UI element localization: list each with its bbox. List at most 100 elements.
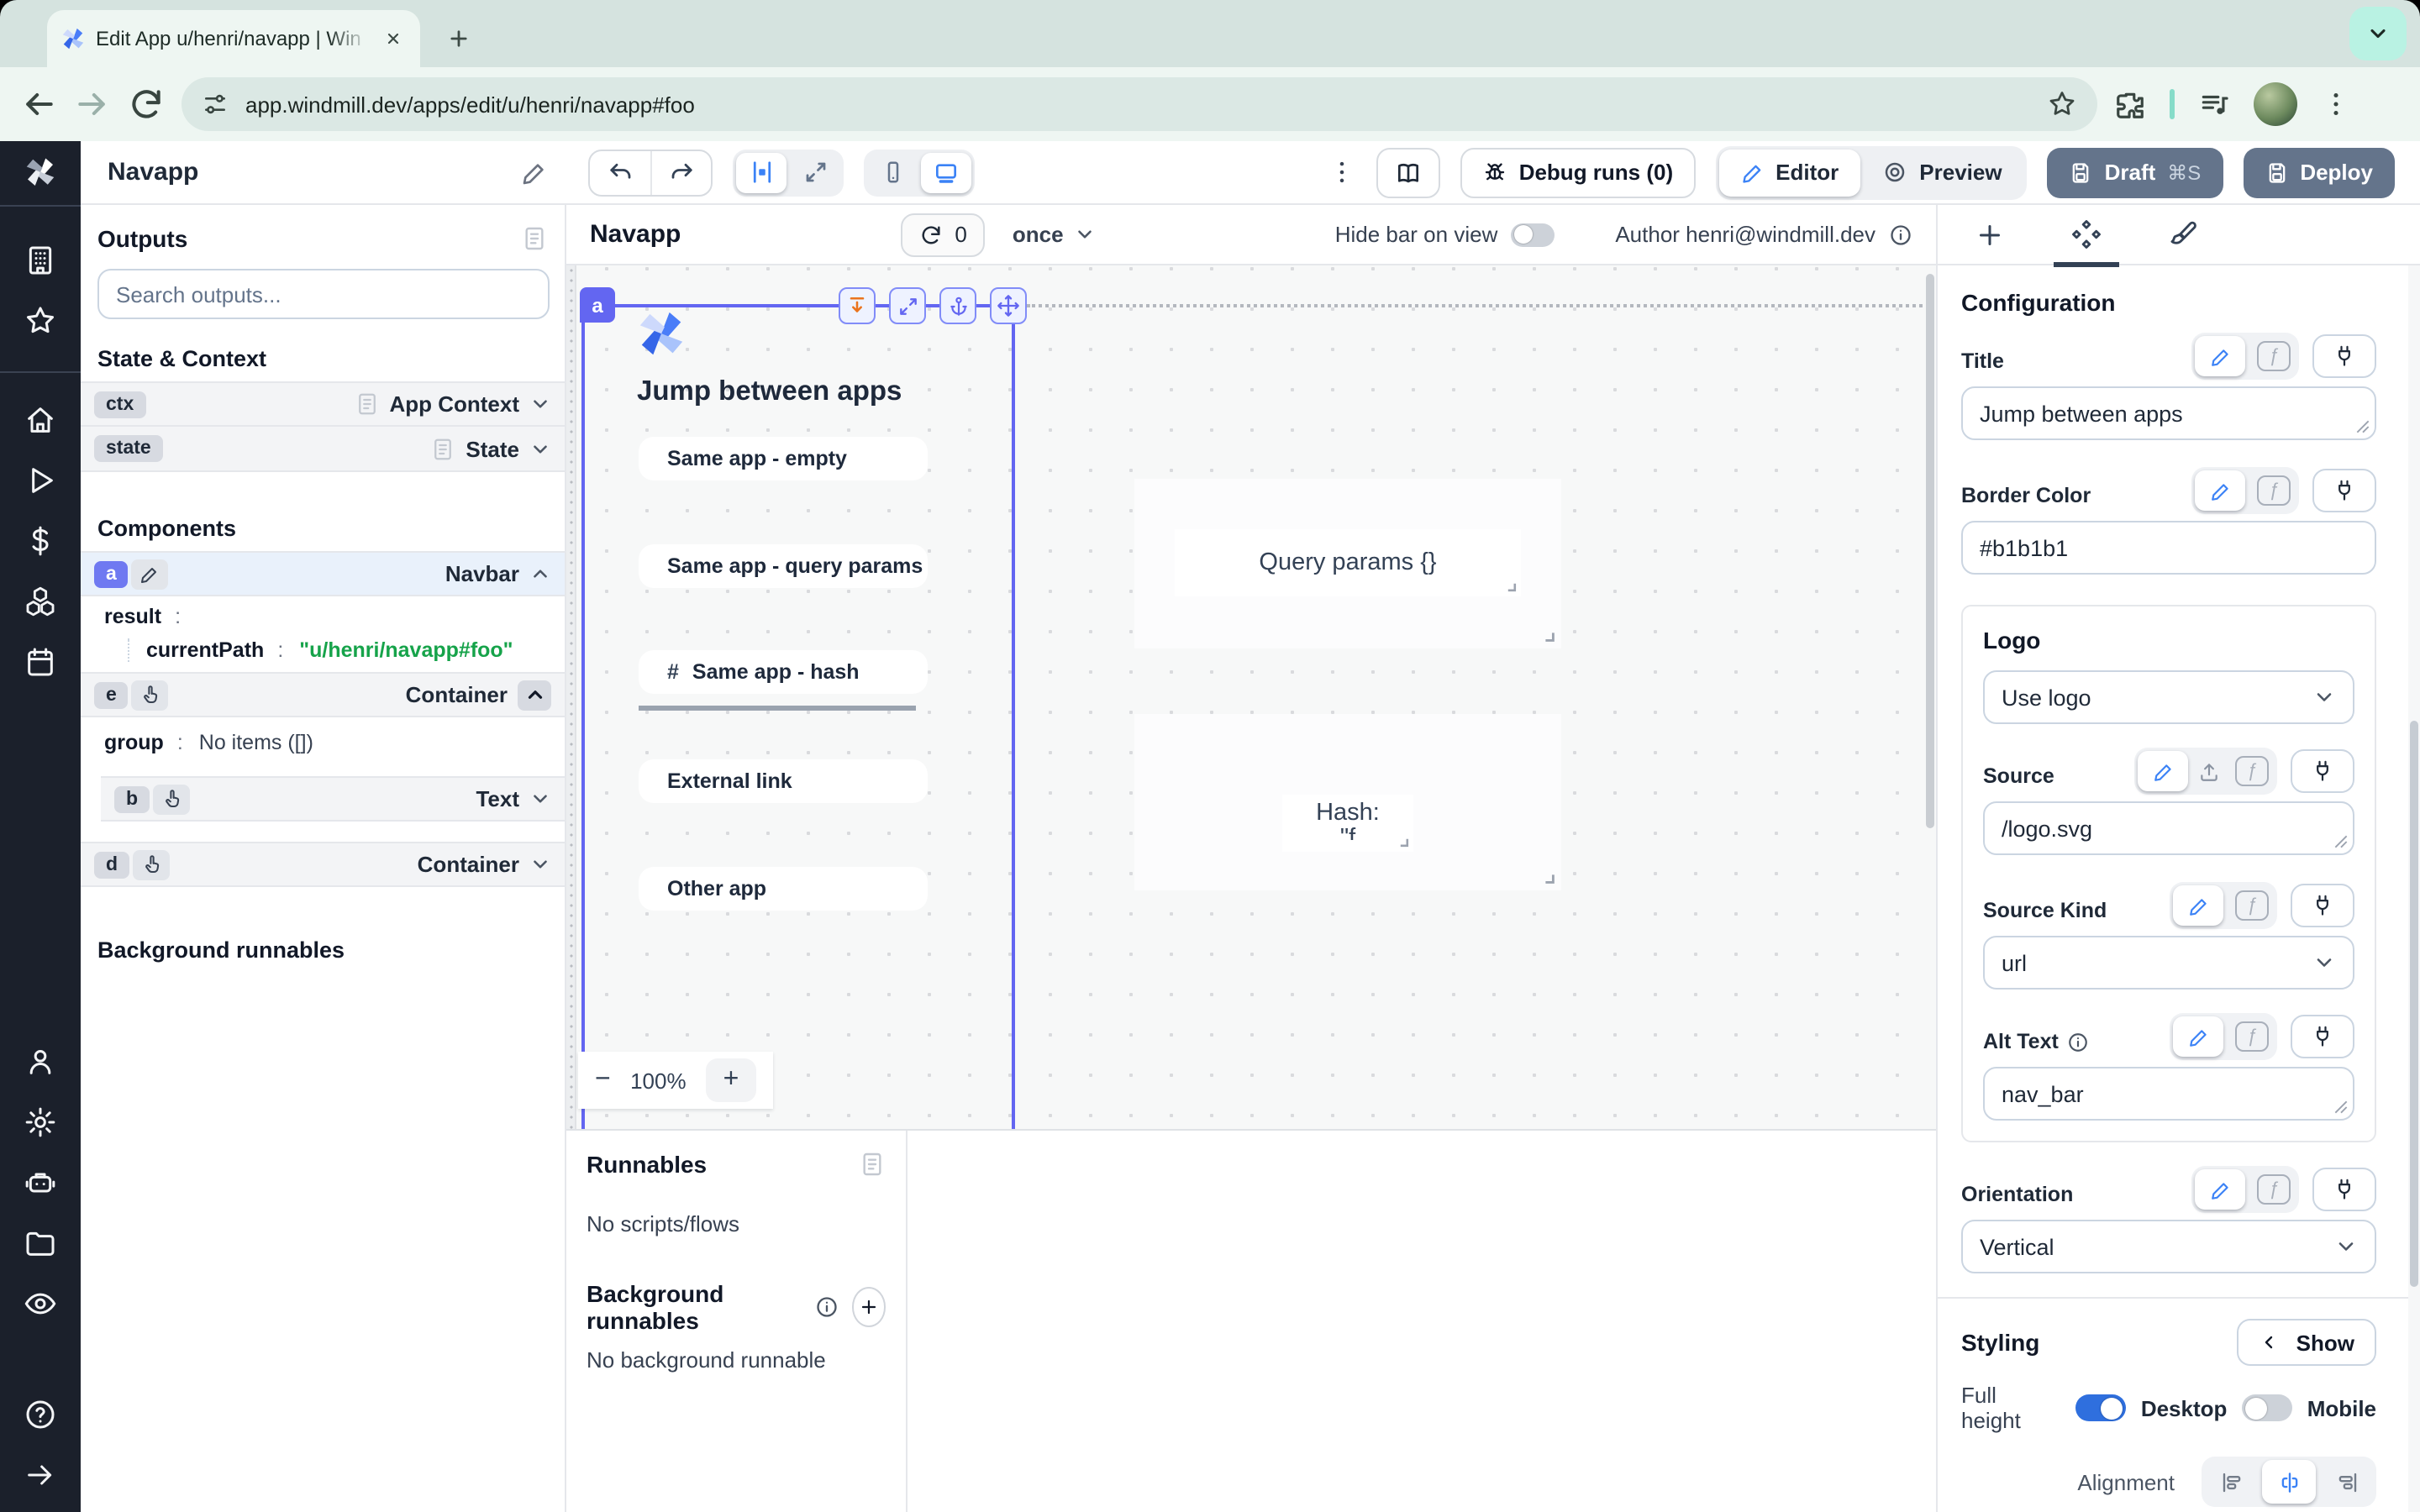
function-mode-button[interactable]: ƒ [2257,341,2291,371]
zoom-in-button[interactable]: + [706,1058,756,1102]
tab-close-icon[interactable] [380,25,407,52]
tab-insert-component[interactable] [1975,204,2005,265]
bookmark-star-icon[interactable] [2047,89,2077,119]
navbar-edit-icon[interactable] [132,559,169,589]
pencil-mode-button[interactable] [2195,1169,2245,1210]
sidebar-item-users[interactable] [24,1045,57,1079]
debug-runs-button[interactable]: Debug runs (0) [1460,147,1695,197]
sidebar-collapse-icon[interactable] [24,1458,57,1492]
undo-button[interactable] [590,150,650,194]
function-mode-button[interactable]: ƒ [2235,1021,2269,1052]
windmill-logo[interactable] [0,141,81,205]
ctx-row[interactable]: ctx App Context [81,381,565,427]
extensions-icon[interactable] [2114,88,2146,120]
align-center-button[interactable] [2262,1460,2316,1504]
expand-down-button[interactable] [839,287,876,324]
border-color-input[interactable]: #b1b1b1 [1961,521,2376,575]
editor-tab[interactable]: Editor [1718,149,1860,196]
run-mode-select[interactable]: once [1013,222,1096,247]
source-connect-button[interactable] [2291,749,2354,793]
textarea-resize-icon[interactable] [2334,1100,2348,1114]
alt-text-info-icon[interactable] [2067,1031,2089,1053]
component-row-navbar[interactable]: a Navbar [81,551,565,596]
tab-component-settings[interactable] [2070,204,2102,265]
styling-show-button[interactable]: Show [2238,1319,2376,1366]
selected-component-tag[interactable]: a [580,287,615,323]
align-right-button[interactable] [2319,1460,2373,1504]
align-left-button[interactable] [2205,1460,2259,1504]
function-mode-button[interactable]: ƒ [2257,475,2291,506]
nav-item-query-params[interactable]: Same app - query params [639,544,928,588]
more-options-icon[interactable] [1328,158,1356,186]
centered-layout-button[interactable] [736,152,786,192]
container-d-pointer-icon[interactable] [133,849,170,879]
orientation-select[interactable]: Vertical [1961,1220,2376,1273]
query-params-container[interactable]: Query params {} [1134,479,1561,648]
source-input[interactable]: /logo.svg [1983,801,2354,855]
move-component-button[interactable] [990,287,1027,324]
browser-tab[interactable]: Edit App u/henri/navapp | Win [47,10,420,67]
zoom-out-button[interactable]: − [595,1065,611,1095]
browser-menu-icon[interactable] [2321,89,2351,119]
runnables-doc-icon[interactable] [859,1151,886,1178]
profile-avatar[interactable] [2254,82,2297,126]
sidebar-item-variables[interactable] [24,524,57,558]
sidebar-item-runs[interactable] [24,464,57,497]
state-chevron-down-icon[interactable] [529,438,551,459]
redo-button[interactable] [650,150,711,194]
forward-icon[interactable] [74,86,111,123]
settings-scrollbar[interactable] [2410,721,2418,1287]
pencil-mode-button[interactable] [2173,885,2223,926]
component-selection-border-right[interactable] [1012,306,1015,1129]
sidebar-item-folders[interactable] [24,1226,57,1260]
tab-styling[interactable] [2168,204,2198,265]
component-row-container-d[interactable]: d Container [81,842,565,887]
resize-corner-icon[interactable] [1541,870,1556,885]
add-background-runnable-button[interactable] [851,1287,886,1327]
hash-text-component[interactable]: Hash: "f [1282,795,1413,852]
draft-button[interactable]: Draft ⌘S [2048,147,2223,197]
address-bar[interactable]: app.windmill.dev/apps/edit/u/henri/navap… [182,77,2097,131]
nav-item-same-app-empty[interactable]: Same app - empty [639,437,928,480]
textarea-resize-icon[interactable] [2356,420,2370,433]
reload-icon[interactable] [128,86,165,123]
alt-text-input[interactable]: nav_bar [1983,1067,2354,1121]
state-row[interactable]: state State [81,427,565,472]
resize-corner-icon[interactable] [1397,835,1410,848]
navbar-current-path[interactable]: currentPath: "u/henri/navapp#foo" [128,638,565,662]
text-b-pointer-icon[interactable] [153,784,190,814]
nav-item-same-app-hash[interactable]: # Same app - hash [639,650,928,694]
search-outputs-input[interactable] [97,269,550,319]
resize-corner-icon[interactable] [1541,628,1556,643]
hash-container[interactable]: Hash: "f [1134,714,1561,890]
site-settings-icon[interactable] [202,91,229,118]
sidebar-item-settings[interactable] [24,1105,57,1139]
sidebar-item-workspace[interactable] [24,244,57,277]
desktop-view-button[interactable] [921,152,971,192]
mobile-view-button[interactable] [867,152,918,192]
sidebar-item-favorites[interactable] [24,304,57,338]
canvas-grid[interactable]: a Jump between apps Same app - empty Sam… [566,265,1936,1129]
refresh-button[interactable]: 0 [901,213,985,256]
sidebar-item-workers[interactable] [24,1166,57,1200]
full-height-mobile-toggle[interactable] [2242,1394,2291,1421]
pencil-mode-button[interactable] [2195,470,2245,511]
function-mode-button[interactable]: ƒ [2235,890,2269,921]
outputs-doc-icon[interactable] [521,225,548,252]
container-d-chevron-down-icon[interactable] [529,853,551,875]
media-controls-icon[interactable] [2198,88,2230,120]
container-e-pointer-icon[interactable] [132,680,169,710]
pencil-mode-button[interactable] [2138,751,2188,791]
preview-tab[interactable]: Preview [1860,149,2023,196]
pencil-mode-button[interactable] [2195,336,2245,376]
docs-button[interactable] [1376,147,1440,197]
tab-search-button[interactable] [2349,7,2407,60]
rename-app-icon[interactable] [521,159,548,186]
source-kind-connect-button[interactable] [2291,884,2354,927]
orientation-connect-button[interactable] [2312,1168,2376,1211]
logo-select[interactable]: Use logo [1983,670,2354,724]
resize-corner-icon[interactable] [1504,580,1518,593]
border-connect-button[interactable] [2312,469,2376,512]
full-height-desktop-toggle[interactable] [2076,1394,2126,1421]
new-tab-button[interactable] [437,17,481,60]
